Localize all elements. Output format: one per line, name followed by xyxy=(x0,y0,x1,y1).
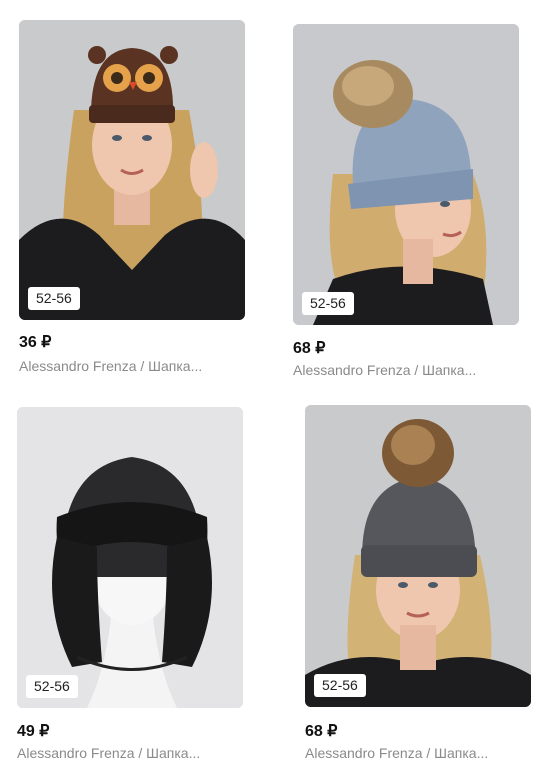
size-badge: 52-56 xyxy=(28,287,80,310)
product-title[interactable]: Alessandro Frenza / Шапка... xyxy=(19,358,202,374)
product-title[interactable]: Alessandro Frenza / Шапка... xyxy=(17,745,200,761)
product-title[interactable]: Alessandro Frenza / Шапка... xyxy=(305,745,488,761)
product-price: 49 ₽ xyxy=(17,723,50,740)
product-price: 68 ₽ xyxy=(305,723,338,740)
size-badge: 52-56 xyxy=(26,675,78,698)
product-price: 36 ₽ xyxy=(19,334,52,351)
product-price: 68 ₽ xyxy=(293,340,326,357)
product-title[interactable]: Alessandro Frenza / Шапка... xyxy=(293,362,476,378)
product-image[interactable]: 52-56 xyxy=(19,20,245,320)
product-image[interactable]: 52-56 xyxy=(305,405,531,707)
size-badge: 52-56 xyxy=(302,292,354,315)
product-image[interactable]: 52-56 xyxy=(17,407,243,708)
product-image[interactable]: 52-56 xyxy=(293,24,519,325)
size-badge: 52-56 xyxy=(314,674,366,697)
